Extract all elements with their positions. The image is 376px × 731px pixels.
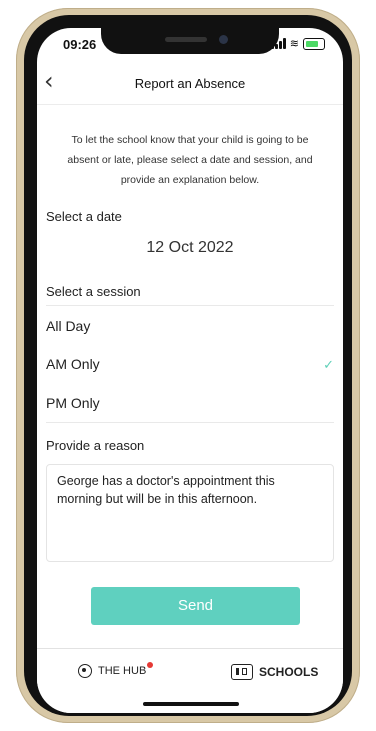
school-icon (231, 664, 253, 680)
phone-frame: 09:26 ≋ ‹ Report an Absence To let the s… (16, 8, 360, 723)
camera (219, 35, 228, 44)
session-option-pm-only[interactable]: PM Only (46, 385, 334, 423)
divider (46, 305, 334, 306)
send-button[interactable]: Send (91, 587, 300, 625)
nav-bar: ‹ Report an Absence (37, 64, 343, 105)
tab-label: SCHOOLS (259, 665, 319, 679)
session-option-label: All Day (46, 318, 91, 334)
wifi-icon: ≋ (289, 37, 299, 50)
session-label: Select a session (46, 284, 141, 299)
session-option-label: PM Only (46, 395, 100, 411)
screen: 09:26 ≋ ‹ Report an Absence To let the s… (37, 28, 343, 713)
reason-textarea[interactable]: George has a doctor's appointment this m… (46, 464, 334, 562)
speaker (165, 37, 207, 42)
page-title: Report an Absence (134, 76, 246, 91)
status-icons: ≋ (270, 37, 325, 50)
divider (46, 422, 334, 423)
status-time: 09:26 (63, 37, 97, 52)
check-icon: ✓ (323, 358, 334, 373)
reason-label: Provide a reason (46, 438, 145, 453)
tab-the-hub[interactable]: THE HUB (78, 662, 154, 678)
session-option-all-day[interactable]: All Day (46, 308, 334, 346)
tab-bar: THE HUB SCHOOLS (37, 648, 343, 713)
intro-text: To let the school know that your child i… (67, 134, 313, 186)
notch (101, 28, 279, 54)
tab-label: THE HUB (98, 662, 154, 677)
home-indicator (143, 702, 239, 706)
date-label: Select a date (46, 209, 122, 224)
battery-icon (303, 37, 325, 50)
session-option-am-only[interactable]: AM Only ✓ (46, 346, 334, 384)
hub-icon (78, 664, 92, 678)
notification-dot (147, 662, 154, 668)
date-picker[interactable]: 12 Oct 2022 (37, 239, 343, 257)
tab-schools[interactable]: SCHOOLS (231, 664, 318, 680)
session-option-label: AM Only (46, 356, 100, 372)
